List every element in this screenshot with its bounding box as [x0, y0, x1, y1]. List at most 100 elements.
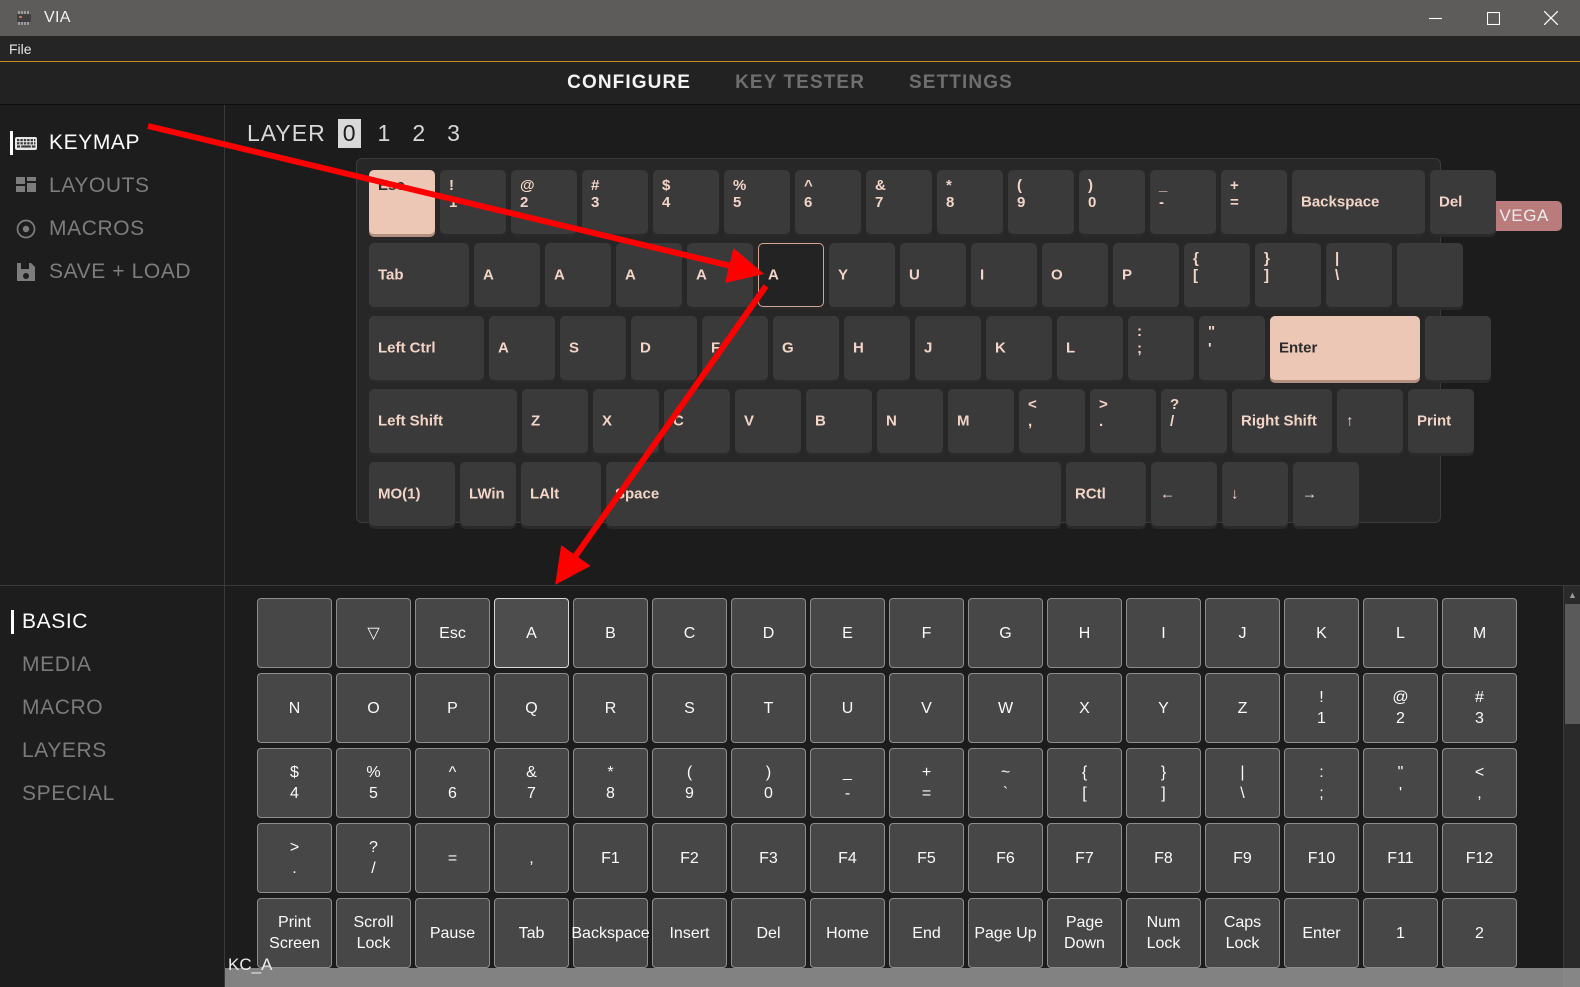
- keyboard-key[interactable]: RCtl: [1066, 462, 1146, 526]
- key-picker-key[interactable]: ,: [494, 823, 569, 893]
- key-picker-key[interactable]: Page Down: [1047, 898, 1122, 968]
- key-picker-key[interactable]: U: [810, 673, 885, 743]
- keyboard-key[interactable]: B: [806, 389, 872, 453]
- key-picker-key[interactable]: Esc: [415, 598, 490, 668]
- keyboard-key[interactable]: * 8: [937, 170, 1003, 234]
- layer-option-2[interactable]: 2: [407, 119, 430, 148]
- key-picker-key[interactable]: ( 9: [652, 748, 727, 818]
- key-picker-key[interactable]: % 5: [336, 748, 411, 818]
- menu-item-file[interactable]: File: [0, 39, 42, 59]
- keyboard-key[interactable]: P: [1113, 243, 1179, 307]
- key-picker-key[interactable]: [257, 598, 332, 668]
- keyboard-key[interactable]: Backspace: [1292, 170, 1425, 234]
- key-picker-key[interactable]: O: [336, 673, 411, 743]
- key-picker-key[interactable]: F1: [573, 823, 648, 893]
- tab-settings[interactable]: SETTINGS: [909, 72, 1013, 94]
- key-picker-key[interactable]: P: [415, 673, 490, 743]
- scroll-up-icon[interactable]: ▲: [1564, 586, 1580, 603]
- key-picker-key[interactable]: Num Lock: [1126, 898, 1201, 968]
- sidebar-item-layouts[interactable]: LAYOUTS: [0, 164, 224, 207]
- keyboard-key[interactable]: & 7: [866, 170, 932, 234]
- key-picker-key[interactable]: F4: [810, 823, 885, 893]
- keyboard-key[interactable]: [1425, 316, 1491, 380]
- key-picker-key[interactable]: < ,: [1442, 748, 1517, 818]
- key-picker-key[interactable]: @ 2: [1363, 673, 1438, 743]
- key-picker-key[interactable]: ^ 6: [415, 748, 490, 818]
- key-picker-key[interactable]: Scroll Lock: [336, 898, 411, 968]
- keyboard-key[interactable]: M: [948, 389, 1014, 453]
- key-picker-key[interactable]: : ;: [1284, 748, 1359, 818]
- key-picker-key[interactable]: Home: [810, 898, 885, 968]
- key-picker-key[interactable]: Del: [731, 898, 806, 968]
- tab-configure[interactable]: CONFIGURE: [567, 72, 691, 94]
- key-picker-key[interactable]: Page Up: [968, 898, 1043, 968]
- keyboard-key[interactable]: V: [735, 389, 801, 453]
- keyboard-key[interactable]: MO(1): [369, 462, 455, 526]
- key-picker-key[interactable]: Q: [494, 673, 569, 743]
- keyboard-key[interactable]: A: [545, 243, 611, 307]
- layer-option-0[interactable]: 0: [337, 119, 361, 148]
- key-picker-key[interactable]: F11: [1363, 823, 1438, 893]
- keyboard-key[interactable]: Right Shift: [1232, 389, 1332, 453]
- key-picker-key[interactable]: Insert: [652, 898, 727, 968]
- key-picker-key[interactable]: ~ `: [968, 748, 1043, 818]
- keyboard-key[interactable]: N: [877, 389, 943, 453]
- sidebar-item-keymap[interactable]: KEYMAP: [0, 121, 224, 164]
- key-picker-key[interactable]: > .: [257, 823, 332, 893]
- key-picker-key[interactable]: ) 0: [731, 748, 806, 818]
- key-picker-key[interactable]: V: [889, 673, 964, 743]
- key-picker-key[interactable]: 2: [1442, 898, 1517, 968]
- key-picker-key[interactable]: Z: [1205, 673, 1280, 743]
- keyboard-key[interactable]: # 3: [582, 170, 648, 234]
- key-picker-key[interactable]: Tab: [494, 898, 569, 968]
- keyboard-key[interactable]: | \: [1326, 243, 1392, 307]
- tab-key-tester[interactable]: KEY TESTER: [735, 72, 865, 94]
- key-picker-key[interactable]: { [: [1047, 748, 1122, 818]
- keyboard-key[interactable]: U: [900, 243, 966, 307]
- keyboard-key[interactable]: Print: [1408, 389, 1474, 453]
- keyboard-key[interactable]: LWin: [460, 462, 516, 526]
- key-picker-key[interactable]: I: [1126, 598, 1201, 668]
- key-picker-key[interactable]: F3: [731, 823, 806, 893]
- key-picker-key[interactable]: D: [731, 598, 806, 668]
- key-picker-key[interactable]: | \: [1205, 748, 1280, 818]
- key-picker-key[interactable]: $ 4: [257, 748, 332, 818]
- category-basic[interactable]: BASIC: [0, 600, 224, 643]
- sidebar-item-save-load[interactable]: SAVE + LOAD: [0, 250, 224, 293]
- key-picker-key[interactable]: & 7: [494, 748, 569, 818]
- key-picker-key[interactable]: Caps Lock: [1205, 898, 1280, 968]
- category-macro[interactable]: MACRO: [0, 686, 224, 729]
- key-picker-key[interactable]: K: [1284, 598, 1359, 668]
- key-picker-key[interactable]: " ': [1363, 748, 1438, 818]
- keyboard-key[interactable]: S: [560, 316, 626, 380]
- keyboard-key[interactable]: →: [1293, 462, 1359, 526]
- key-picker-key[interactable]: F10: [1284, 823, 1359, 893]
- keyboard-key[interactable]: Left Ctrl: [369, 316, 484, 380]
- close-button[interactable]: [1522, 0, 1580, 36]
- category-special[interactable]: SPECIAL: [0, 772, 224, 815]
- key-picker-key[interactable]: G: [968, 598, 1043, 668]
- key-picker-key[interactable]: 1: [1363, 898, 1438, 968]
- key-picker-key[interactable]: R: [573, 673, 648, 743]
- keyboard-key[interactable]: G: [773, 316, 839, 380]
- key-picker-key[interactable]: M: [1442, 598, 1517, 668]
- key-picker-key[interactable]: Y: [1126, 673, 1201, 743]
- keyboard-key[interactable]: < ,: [1019, 389, 1085, 453]
- keyboard-key[interactable]: _ -: [1150, 170, 1216, 234]
- scrollbar-thumb[interactable]: [1565, 604, 1580, 724]
- keyboard-key[interactable]: O: [1042, 243, 1108, 307]
- key-picker-key[interactable]: A: [494, 598, 569, 668]
- key-picker-key[interactable]: ? /: [336, 823, 411, 893]
- key-picker-key[interactable]: End: [889, 898, 964, 968]
- keyboard-key[interactable]: F: [702, 316, 768, 380]
- keyboard-key[interactable]: A: [758, 243, 824, 307]
- key-picker-key[interactable]: =: [415, 823, 490, 893]
- keyboard-key[interactable]: Y: [829, 243, 895, 307]
- key-picker-key[interactable]: F6: [968, 823, 1043, 893]
- keyboard-key[interactable]: ? /: [1161, 389, 1227, 453]
- key-picker-key[interactable]: L: [1363, 598, 1438, 668]
- keyboard-key[interactable]: ←: [1151, 462, 1217, 526]
- keyboard-key[interactable]: } ]: [1255, 243, 1321, 307]
- key-picker-key[interactable]: Backspace: [571, 898, 650, 968]
- key-picker-key[interactable]: # 3: [1442, 673, 1517, 743]
